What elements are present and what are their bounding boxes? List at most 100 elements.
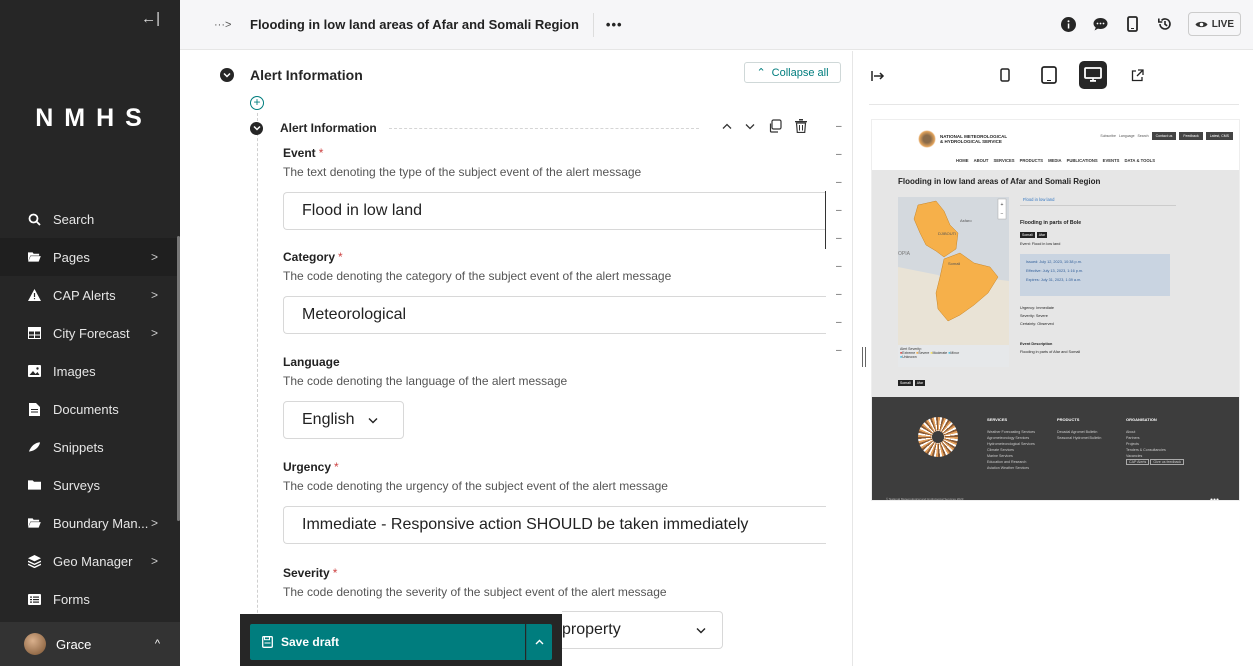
sidebar-item-pages[interactable]: Pages >	[0, 238, 180, 276]
field-help: The code denoting the category of the su…	[283, 269, 672, 283]
preview-size-toggle	[991, 61, 1151, 89]
image-icon	[28, 365, 41, 378]
social-icons[interactable]: ●●●	[1210, 497, 1219, 500]
site-footer: SERVICES Weather Forecasting Services Ag…	[872, 397, 1239, 500]
footer-link[interactable]: About	[1126, 430, 1135, 434]
footer-link[interactable]: Education and Research	[987, 460, 1026, 464]
sidebar-item-cap-alerts[interactable]: CAP Alerts >	[0, 276, 180, 314]
comments-icon[interactable]	[1092, 15, 1110, 33]
footer-link[interactable]: Seasonal Hydromet Bulletin	[1057, 436, 1101, 440]
sidebar-item-snippets[interactable]: Snippets	[0, 428, 180, 466]
footer-link[interactable]: Marine Services	[987, 454, 1013, 458]
sidebar-item-forms[interactable]: Forms	[0, 580, 180, 618]
footer-link[interactable]: Climate Services	[987, 448, 1014, 452]
sidebar: ←| NMHS Search Pages > CAP Alerts > City…	[0, 0, 180, 666]
footer-link[interactable]: Hydrometeorological Services	[987, 442, 1035, 446]
site-nav-item[interactable]: HOME	[956, 158, 969, 170]
alert-tab[interactable]: Flood in low land	[1020, 193, 1176, 206]
footer-link[interactable]: Agrometeorology Services	[987, 436, 1029, 440]
more-actions-button[interactable]: •••	[606, 17, 623, 32]
sidebar-item-search[interactable]: Search	[0, 200, 180, 238]
language-value: English	[302, 411, 355, 428]
sidebar-item-documents[interactable]: Documents	[0, 390, 180, 428]
severity-value: property	[562, 621, 621, 638]
site-link[interactable]: Subscribe	[1100, 134, 1116, 138]
resize-handle[interactable]	[862, 347, 866, 367]
category-input[interactable]: Meteorological	[283, 296, 826, 334]
site-nav-item[interactable]: ABOUT	[974, 158, 989, 170]
info-icon[interactable]	[1060, 15, 1078, 33]
delete-icon[interactable]	[795, 119, 807, 133]
site-header: NATIONAL METEOROLOGICAL & HYDROLOGICAL S…	[872, 120, 1239, 158]
language-select[interactable]: English	[283, 401, 404, 439]
category-label: Category	[283, 250, 336, 264]
sidebar-item-label: Snippets	[53, 439, 104, 455]
duplicate-icon[interactable]	[768, 119, 782, 133]
site-button[interactable]: Latest, CMS	[1205, 132, 1233, 140]
map-label: Asfaro	[960, 218, 972, 223]
chevron-right-icon: >	[150, 250, 158, 264]
sidebar-item-boundary-manager[interactable]: Boundary Man... >	[0, 504, 180, 542]
site-nav-item[interactable]: EVENTS	[1103, 158, 1120, 170]
site-link[interactable]: Language	[1119, 134, 1135, 138]
site-nav-item[interactable]: PUBLICATIONS	[1067, 158, 1098, 170]
account-menu[interactable]: Grace ^	[0, 622, 180, 666]
footer-link[interactable]: Projects	[1126, 442, 1139, 446]
open-new-tab-icon[interactable]	[1123, 61, 1151, 89]
sidebar-collapse-button[interactable]: ←|	[141, 10, 160, 27]
site-nav-item[interactable]: MEDIA	[1048, 158, 1062, 170]
field-label: Event *	[283, 146, 826, 160]
legend-item: Severe	[918, 351, 930, 355]
move-down-icon[interactable]	[745, 123, 755, 130]
collapse-all-button[interactable]: ⌃ Collapse all	[744, 62, 841, 83]
desktop-size-icon[interactable]	[1079, 61, 1107, 89]
footer-link[interactable]: Partners	[1126, 436, 1140, 440]
footer-button[interactable]: CAP Alerts	[1126, 459, 1150, 465]
footer-button[interactable]: Give us feedback	[1150, 459, 1185, 465]
site-button[interactable]: Feedback	[1179, 132, 1203, 140]
preview-site: NATIONAL METEOROLOGICAL & HYDROLOGICAL S…	[871, 119, 1240, 501]
section-header[interactable]: Alert Information	[220, 67, 363, 83]
mobile-size-icon[interactable]	[991, 61, 1019, 89]
site-link[interactable]: Search	[1138, 134, 1149, 138]
list-icon	[28, 593, 41, 606]
breadcrumb-toggle[interactable]: ···>	[214, 19, 234, 31]
mobile-preview-icon[interactable]	[1124, 15, 1142, 33]
close-preview-icon[interactable]	[871, 69, 885, 85]
footer-link[interactable]: Decadal Agromet Bulletin	[1057, 430, 1097, 434]
site-nav-item[interactable]: SERVICES	[993, 158, 1014, 170]
editor-form: Alert Information ⌃ Collapse all + Alert…	[180, 51, 852, 666]
event-label: Event	[283, 146, 316, 160]
site-nav-item[interactable]: DATA & TOOLS	[1124, 158, 1155, 170]
move-up-icon[interactable]	[722, 123, 732, 130]
history-icon[interactable]	[1156, 15, 1174, 33]
alert-map[interactable]: + − Asfaro DJIBOUTI OPIA Somali Alert Se…	[898, 197, 1009, 367]
warning-icon	[28, 289, 41, 302]
field-help: The code denoting the urgency of the sub…	[283, 479, 668, 493]
sidebar-item-label: Search	[53, 211, 95, 227]
sidebar-item-images[interactable]: Images	[0, 352, 180, 390]
field-help: The text denoting the type of the subjec…	[283, 165, 642, 179]
more-actions-toggle[interactable]	[526, 624, 552, 660]
area-pill: Somali	[1020, 232, 1035, 238]
site-logo[interactable]: NMHS	[0, 104, 180, 133]
legend-item: Minor	[950, 351, 960, 355]
footer-link[interactable]: Weather Forecasting Services	[987, 430, 1035, 434]
footer-link[interactable]: Tenders & Consultancies	[1126, 448, 1166, 452]
footer-link[interactable]: Aviation Weather Services	[987, 466, 1029, 470]
chevron-down-icon	[368, 413, 378, 427]
add-block-button[interactable]: +	[250, 96, 264, 110]
tablet-size-icon[interactable]	[1035, 61, 1063, 89]
sidebar-item-geo-manager[interactable]: Geo Manager >	[0, 542, 180, 580]
save-draft-button[interactable]: Save draft	[250, 624, 525, 660]
sidebar-item-city-forecast[interactable]: City Forecast >	[0, 314, 180, 352]
live-view-button[interactable]: LIVE	[1187, 12, 1241, 36]
footer-link[interactable]: Vacancies	[1126, 454, 1142, 458]
site-button[interactable]: Contact us	[1151, 132, 1177, 140]
site-nav-item[interactable]: PRODUCTS	[1020, 158, 1044, 170]
map-shapes: + − Asfaro DJIBOUTI OPIA Somali	[898, 197, 1009, 345]
sidebar-item-surveys[interactable]: Surveys	[0, 466, 180, 504]
event-input[interactable]: Flood in low land	[283, 192, 826, 230]
urgency-select[interactable]: Immediate - Responsive action SHOULD be …	[283, 506, 826, 544]
severity-select[interactable]: property	[562, 611, 723, 649]
